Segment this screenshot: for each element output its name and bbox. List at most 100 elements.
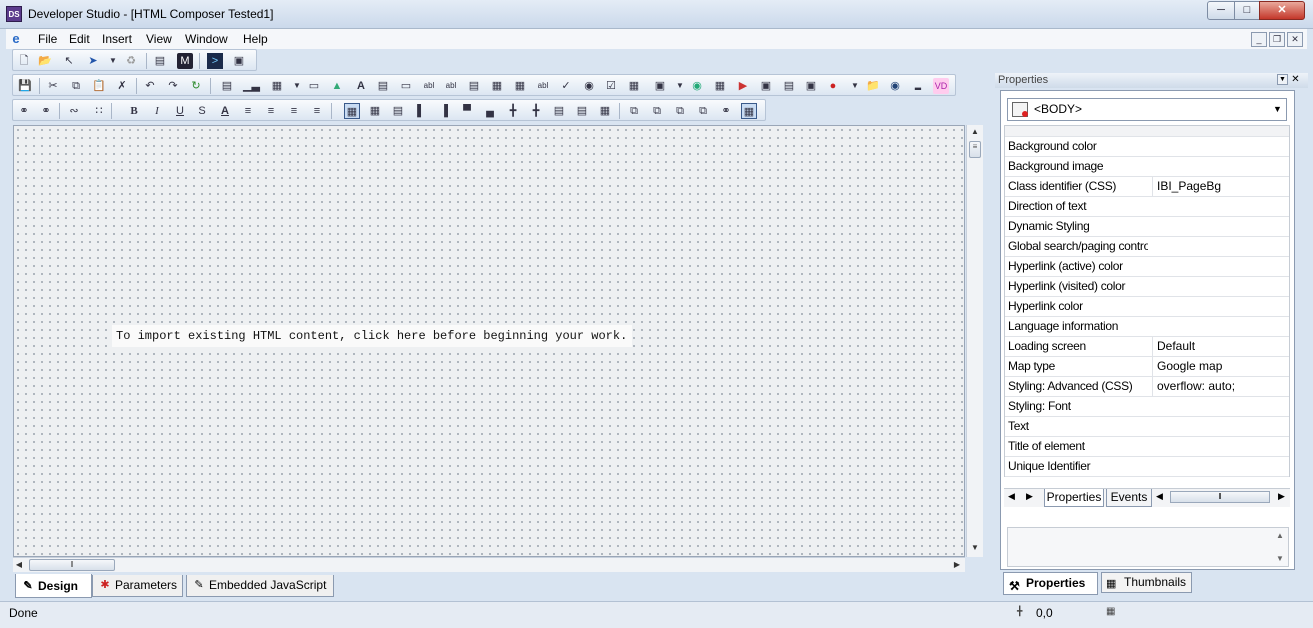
grid-icon[interactable]: ▦ [626,78,642,94]
menu-view[interactable]: View [146,32,172,46]
property-row[interactable]: Dynamic Styling [1005,217,1289,237]
property-row[interactable]: Class identifier (CSS) IBI_PageBg [1005,177,1289,197]
chart-object-icon[interactable]: ▁▃ [243,78,260,94]
desc-scroll-up-icon[interactable]: ▲ [1276,531,1284,540]
same-height-icon[interactable]: ▤ [574,103,590,119]
bring-forward-icon[interactable]: ⧉ [672,103,688,119]
tab-thumbnails[interactable]: ▦ Thumbnails [1101,572,1192,593]
property-value[interactable]: Default [1152,337,1288,356]
align-tops-icon[interactable]: ▀ [459,103,475,119]
listbox-icon[interactable]: ▤ [466,78,482,94]
vertical-scrollbar[interactable]: ▲ ≡ ▼ [966,125,983,557]
save-icon[interactable]: 💾 [17,78,33,94]
property-row[interactable]: Background image [1005,157,1289,177]
open-folder-icon[interactable]: 📂 [37,53,53,69]
html-composer-icon[interactable]: M [177,53,193,69]
marker-icon[interactable]: ● [825,78,841,94]
show-grid-icon[interactable]: ▦ [344,103,360,119]
property-value[interactable]: Google map [1152,357,1288,376]
group-icon[interactable]: ⚭ [718,103,734,119]
align-right-icon[interactable]: ≡ [286,103,302,119]
text-icon[interactable]: A [353,78,369,94]
panel-icon[interactable]: ▣ [803,78,819,94]
run-icon[interactable]: ➤ [85,53,101,69]
report-icon[interactable]: ▤ [152,53,168,69]
tab-embedded-javascript[interactable]: ✎ Embedded JavaScript [186,575,334,597]
send-back-icon[interactable]: ⧉ [649,103,665,119]
align-lefts-icon[interactable]: ▌ [413,103,429,119]
property-row[interactable]: Hyperlink (active) color [1005,257,1289,277]
property-value[interactable]: overflow: auto; [1152,377,1288,396]
parameter-link-icon[interactable]: ∾ [66,103,82,119]
frame-icon[interactable]: ▭ [306,78,322,94]
property-row[interactable]: Unique Identifier [1005,457,1289,477]
scroll-up-icon[interactable]: ▲ [969,127,981,136]
snap-icon[interactable]: ∷ [91,103,107,119]
tab-order-icon[interactable]: ▤ [390,103,406,119]
property-row[interactable]: Background color [1005,137,1289,157]
report-object-icon[interactable]: ▤ [219,78,235,94]
align-center-icon[interactable]: ≡ [263,103,279,119]
console-icon[interactable]: > [207,53,223,69]
align-rights-icon[interactable]: ▐ [436,103,452,119]
font-color-icon[interactable]: A [217,103,233,119]
tab-design[interactable]: ✎ Design [15,574,92,598]
tab-scroll-left-icon[interactable]: ◀ [1008,491,1015,502]
textbox-icon[interactable]: ▭ [398,78,414,94]
close-button[interactable]: ✕ [1259,1,1305,20]
line-icon[interactable]: ▂ [910,78,926,94]
hscroll-right-icon[interactable]: ▶ [1278,491,1285,502]
mdi-restore-button[interactable]: ❐ [1269,32,1285,47]
align-left-icon[interactable]: ≡ [240,103,256,119]
desc-scroll-down-icon[interactable]: ▼ [1276,554,1284,563]
double-list-icon[interactable]: ▦ [489,78,505,94]
deploy-icon[interactable]: ♻ [123,53,139,69]
strikethrough-icon[interactable]: S [194,103,210,119]
cursor-icon[interactable]: ↖ [61,53,77,69]
bold-icon[interactable]: B [126,103,142,119]
italic-icon[interactable]: I [149,103,165,119]
center-vertical-icon[interactable]: ╋ [505,103,521,119]
tree-dropdown-icon[interactable]: ▼ [672,78,688,94]
property-row[interactable]: Map type Google map [1005,357,1289,377]
hscroll-left-icon[interactable]: ◀ [1156,491,1163,502]
marker-dropdown-icon[interactable]: ▼ [847,78,863,94]
property-row[interactable]: Text [1005,417,1289,437]
globe-icon[interactable]: ◉ [887,78,903,94]
double-list-2-icon[interactable]: ▦ [512,78,528,94]
paste-icon[interactable]: 📋 [91,78,107,94]
maximize-button[interactable]: □ [1234,1,1260,20]
same-width-icon[interactable]: ▤ [551,103,567,119]
tab-events[interactable]: Events [1106,489,1152,507]
underline-icon[interactable]: U [172,103,188,119]
delete-icon[interactable]: ✗ [114,78,130,94]
horizontal-scroll-thumb[interactable]: ‖ [29,559,115,571]
property-row[interactable]: Language information [1005,317,1289,337]
align-bottoms-icon[interactable]: ▄ [482,103,498,119]
scroll-left-icon[interactable]: ◀ [13,560,25,569]
property-row[interactable]: Hyperlink color [1005,297,1289,317]
tab-properties-inner[interactable]: Properties [1044,489,1104,507]
link-icon[interactable]: ◉ [689,78,705,94]
link-chain-icon[interactable]: ⚭ [16,103,32,119]
property-row[interactable]: Styling: Font [1005,397,1289,417]
menu-window[interactable]: Window [185,32,228,46]
layout-icon[interactable]: ▦ [741,103,757,119]
form-icon[interactable]: ▦ [269,78,285,94]
calendar-icon[interactable]: ▦ [712,78,728,94]
property-row[interactable]: Global search/paging control [1005,237,1289,257]
folder-icon[interactable]: 📁 [865,78,881,94]
scroll-right-icon[interactable]: ▶ [951,560,963,569]
tab-properties[interactable]: ⚒ Properties [1003,572,1098,595]
vertical-scroll-thumb[interactable]: ≡ [969,141,981,158]
copy-icon[interactable]: ⧉ [68,78,84,94]
panel-close-icon[interactable]: ✕ [1290,74,1301,85]
tab-scroll-right-icon[interactable]: ▶ [1026,491,1033,502]
snap-to-grid-icon[interactable]: ▦ [367,103,383,119]
run-dropdown-icon[interactable]: ▼ [105,53,121,69]
menu-file[interactable]: File [38,32,57,46]
minimize-button[interactable]: ─ [1207,1,1235,20]
new-file-icon[interactable]: 🗋 [16,53,32,69]
menu-help[interactable]: Help [243,32,268,46]
radio-icon[interactable]: ◉ [581,78,597,94]
